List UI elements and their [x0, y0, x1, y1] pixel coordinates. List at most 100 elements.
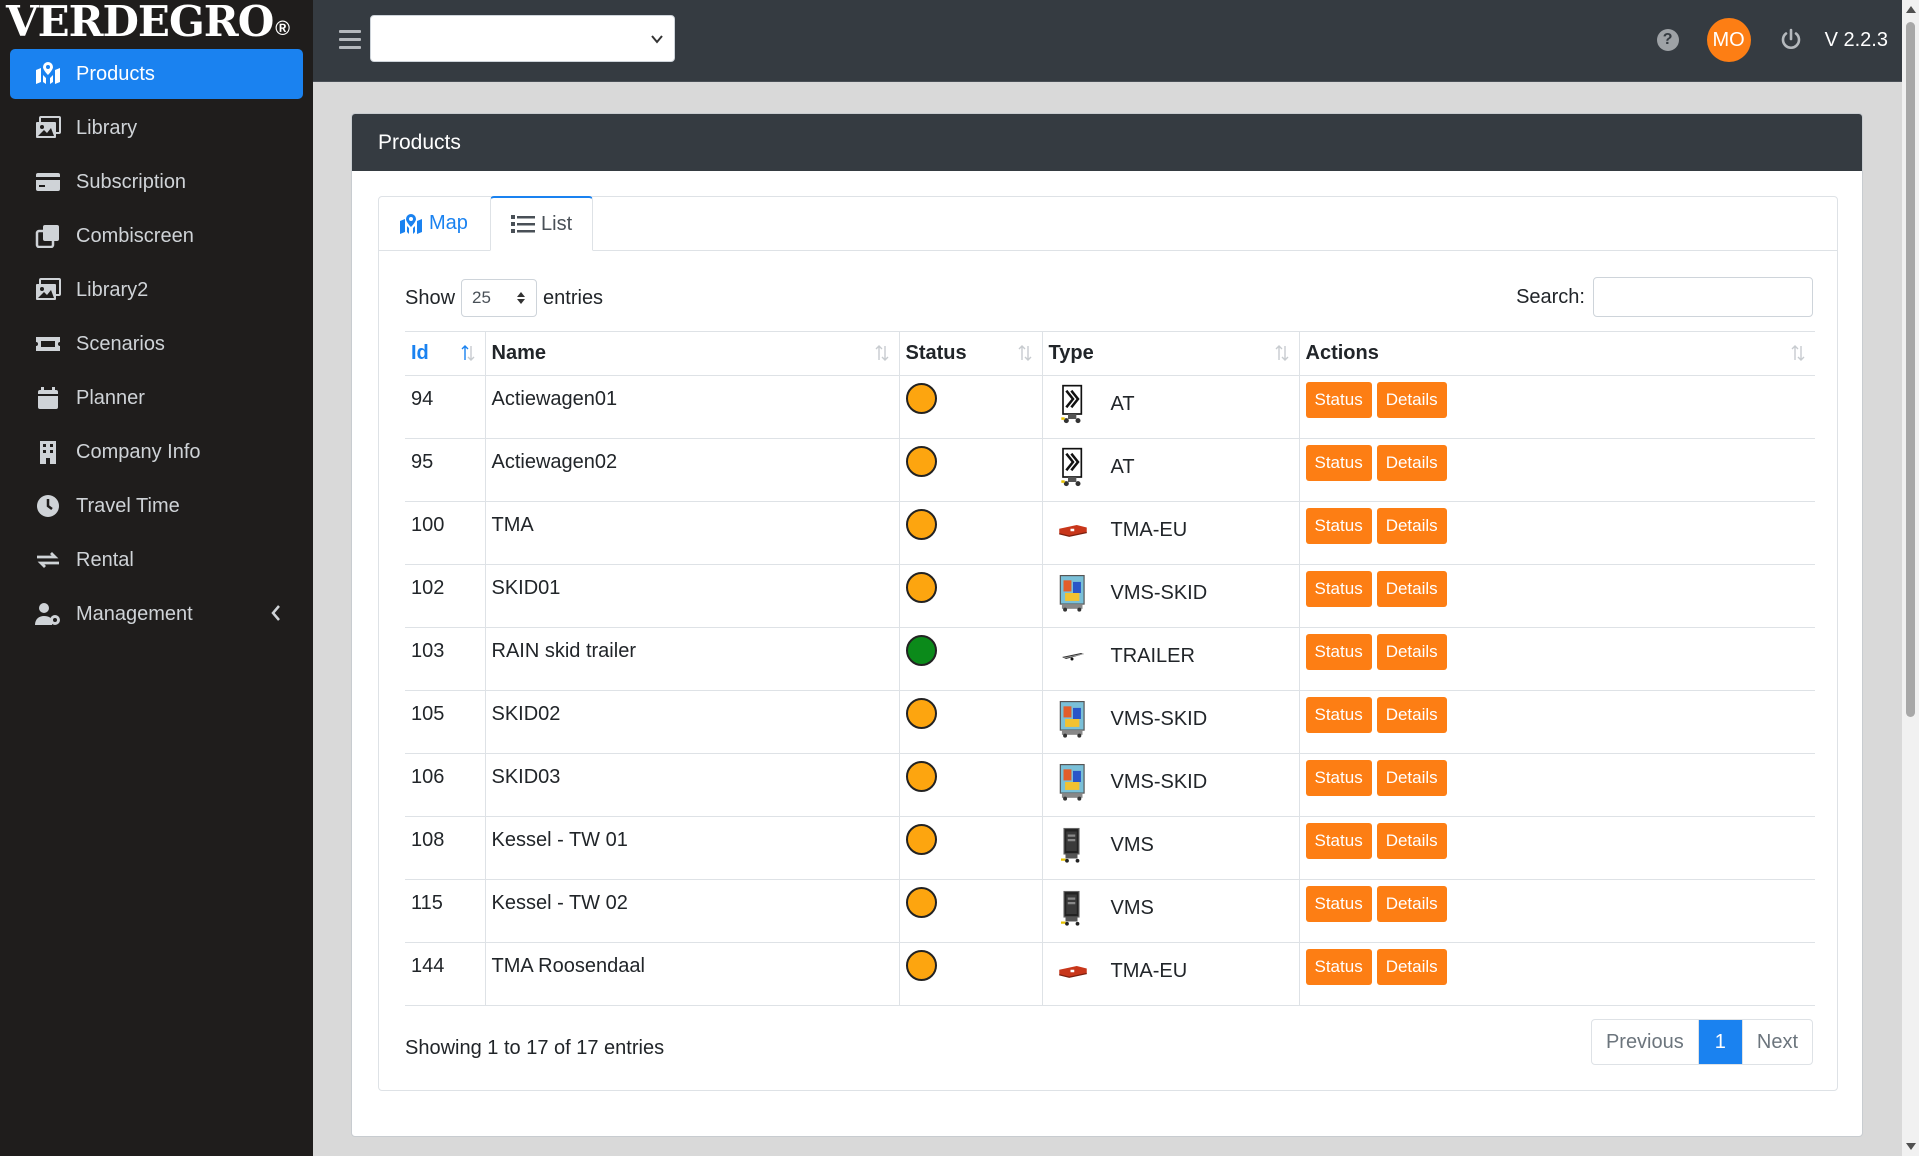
hamburger-menu-icon[interactable]: [339, 30, 361, 50]
product-select[interactable]: [370, 15, 675, 62]
ticket-icon: [34, 332, 62, 356]
status-button[interactable]: Status: [1305, 445, 1372, 481]
pagination-next[interactable]: Next: [1741, 1020, 1812, 1064]
table-search: Search:: [1516, 277, 1813, 317]
pagination-page-1[interactable]: 1: [1698, 1020, 1742, 1064]
status-button[interactable]: Status: [1305, 382, 1372, 418]
topbar-right: ? MO V 2.2.3: [1656, 18, 1888, 62]
entries-length-control: Show 25 entries: [405, 279, 603, 317]
trailer-icon: [1049, 632, 1097, 680]
details-button[interactable]: Details: [1376, 886, 1447, 922]
credit-card-icon: [34, 170, 62, 194]
sidebar-item-products[interactable]: Products: [10, 49, 303, 99]
column-header-id[interactable]: Id: [405, 331, 485, 376]
topbar: ? MO V 2.2.3: [313, 0, 1902, 82]
status-button[interactable]: Status: [1305, 886, 1372, 922]
sidebar-item-planner[interactable]: Planner: [10, 373, 303, 423]
sidebar-item-combiscreen[interactable]: Combiscreen: [10, 211, 303, 261]
status-button[interactable]: Status: [1305, 760, 1372, 796]
details-button[interactable]: Details: [1376, 571, 1447, 607]
entries-length-select[interactable]: 25: [461, 279, 538, 317]
cell-name: TMA Roosendaal: [484, 942, 899, 1006]
products-panel: Map List Show 25 entries Search: Id Name…: [378, 196, 1838, 1091]
tma-truck-icon: [1049, 947, 1097, 995]
scrollbar-thumb[interactable]: [1906, 22, 1915, 717]
sidebar-item-label: Subscription: [76, 170, 187, 193]
sidebar-item-library2[interactable]: Library2: [10, 265, 303, 315]
entries-label: entries: [543, 286, 604, 309]
sidebar-item-management[interactable]: Management: [10, 589, 303, 639]
details-button[interactable]: Details: [1376, 445, 1447, 481]
column-header-type-label: Type: [1048, 342, 1094, 364]
cell-id: 95: [405, 438, 485, 502]
sidebar-item-label: Library: [76, 116, 138, 139]
sidebar-item-travel-time[interactable]: Travel Time: [10, 481, 303, 531]
search-input[interactable]: [1593, 277, 1813, 317]
column-header-name-label: Name: [491, 342, 546, 364]
details-button[interactable]: Details: [1376, 634, 1447, 670]
details-button[interactable]: Details: [1376, 760, 1447, 796]
sidebar-item-rental[interactable]: Rental: [10, 535, 303, 585]
status-button[interactable]: Status: [1305, 697, 1372, 733]
cell-name: Kessel - TW 02: [484, 879, 899, 943]
status-indicator: [905, 887, 937, 918]
avatar[interactable]: MO: [1706, 18, 1751, 62]
power-icon[interactable]: [1779, 28, 1803, 52]
cell-type: TRAILER: [1041, 627, 1299, 691]
cell-id: 100: [405, 501, 485, 565]
type-label: TMA-EU: [1110, 959, 1188, 982]
status-button[interactable]: Status: [1305, 571, 1372, 607]
column-header-actions[interactable]: Actions: [1298, 331, 1815, 376]
scroll-up-arrow-icon[interactable]: [1906, 6, 1916, 13]
help-icon[interactable]: ?: [1656, 29, 1679, 51]
cell-type: VMS-SKID: [1041, 753, 1299, 817]
clone-icon: [34, 224, 62, 248]
details-button[interactable]: Details: [1376, 949, 1447, 985]
sidebar-item-library[interactable]: Library: [10, 103, 303, 153]
status-indicator: [905, 572, 937, 603]
select-updown-icon: [517, 292, 526, 304]
column-header-name[interactable]: Name: [484, 331, 899, 376]
tab-list[interactable]: List: [490, 196, 594, 251]
table-row: 102 SKID01 VMS-SKID Status Details: [405, 564, 1815, 628]
status-button[interactable]: Status: [1305, 634, 1372, 670]
sort-icon: [875, 345, 888, 361]
details-button[interactable]: Details: [1376, 382, 1447, 418]
column-header-status-label: Status: [905, 342, 967, 364]
tma-truck-icon: [1049, 506, 1097, 554]
column-header-status[interactable]: Status: [898, 331, 1042, 376]
sidebar-item-subscription[interactable]: Subscription: [10, 157, 303, 207]
type-label: TRAILER: [1110, 644, 1195, 667]
scroll-down-arrow-icon[interactable]: [1906, 1143, 1916, 1150]
cell-type: VMS-SKID: [1041, 564, 1299, 628]
page-scrollbar[interactable]: [1902, 0, 1919, 1156]
sidebar: VERDEGRO ® Products Library Subscription Co…: [0, 0, 313, 1156]
status-button[interactable]: Status: [1305, 508, 1372, 544]
details-button[interactable]: Details: [1376, 697, 1447, 733]
details-button[interactable]: Details: [1376, 823, 1447, 859]
arrow-board-icon: [1049, 443, 1097, 491]
table-row: 100 TMA TMA-EU Status Details: [405, 501, 1815, 565]
status-button[interactable]: Status: [1305, 823, 1372, 859]
cell-actions: Status Details: [1298, 627, 1815, 691]
cell-type: VMS: [1041, 816, 1299, 880]
cell-type: AT: [1041, 375, 1299, 439]
details-button[interactable]: Details: [1376, 508, 1447, 544]
column-header-type[interactable]: Type: [1041, 331, 1299, 376]
cell-type: VMS: [1041, 879, 1299, 943]
table-row: 106 SKID03 VMS-SKID Status Details: [405, 753, 1815, 817]
status-button[interactable]: Status: [1305, 949, 1372, 985]
vms-icon: [1049, 821, 1097, 869]
tab-map-label: Map: [429, 212, 468, 234]
sidebar-item-scenarios[interactable]: Scenarios: [10, 319, 303, 369]
type-label: VMS-SKID: [1110, 581, 1208, 604]
cell-id: 102: [405, 564, 485, 628]
pagination-previous[interactable]: Previous: [1592, 1020, 1699, 1064]
sidebar-item-company-info[interactable]: Company Info: [10, 427, 303, 477]
cell-actions: Status Details: [1298, 375, 1815, 439]
cell-status: [898, 879, 1042, 943]
status-indicator: [905, 824, 937, 855]
tab-map[interactable]: Map: [379, 196, 488, 251]
cell-actions: Status Details: [1298, 438, 1815, 502]
brand-logo[interactable]: VERDEGRO ®: [6, 0, 290, 46]
